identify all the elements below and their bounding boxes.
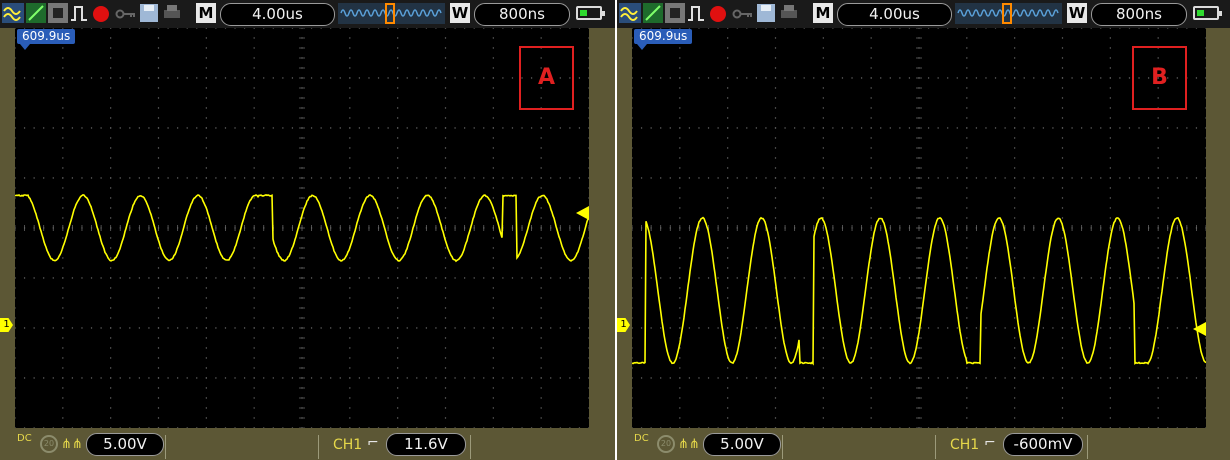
probe-icon: ⋔⋔: [678, 437, 700, 452]
timebase-value[interactable]: 4.00us: [220, 3, 335, 26]
print-icon[interactable]: [162, 3, 182, 23]
divider: [1087, 435, 1088, 459]
ramp-icon[interactable]: [643, 3, 663, 23]
channel-label: CH1: [333, 437, 362, 453]
probe-icon: ⋔⋔: [61, 437, 83, 452]
pulse-icon[interactable]: [70, 3, 88, 23]
battery-icon: [1193, 6, 1219, 20]
trigger-time-badge: 609.9us: [634, 29, 692, 44]
bottom-status-bar: DC 20 ⋔⋔ 5.00V CH1 ⌐ 11.6V: [0, 431, 615, 460]
divider: [782, 435, 783, 459]
scope-screen[interactable]: 609.9us B: [632, 28, 1206, 428]
oscilloscope-a: M 4.00us W 800ns 609.9us A 1 DC 20 ⋔⋔ 5.…: [0, 0, 615, 460]
memory-overview-bar[interactable]: [338, 3, 445, 24]
oscilloscope-b: M 4.00us W 800ns 609.9us B 1 DC 20 ⋔⋔ 5.…: [617, 0, 1230, 460]
ramp-icon[interactable]: [26, 3, 46, 23]
window-timebase-value[interactable]: 800ns: [474, 3, 570, 26]
divider: [470, 435, 471, 459]
coupling-label: DC: [634, 434, 649, 444]
falling-edge-icon: ⌐: [984, 435, 996, 451]
scope-screen[interactable]: 609.9us A: [15, 28, 589, 428]
record-icon[interactable]: [91, 3, 111, 23]
save-disk-icon[interactable]: [139, 3, 159, 23]
panel-label: B: [1132, 46, 1187, 110]
save-disk-icon[interactable]: [756, 3, 776, 23]
display-icon[interactable]: [665, 3, 685, 23]
volts-per-div[interactable]: 5.00V: [703, 433, 781, 456]
status-bar: M 4.00us W 800ns: [617, 0, 1230, 28]
bottom-status-bar: DC 20 ⋔⋔ 5.00V CH1 ⌐ -600mV: [617, 431, 1230, 460]
battery-icon: [576, 6, 602, 20]
trigger-level-value[interactable]: -600mV: [1003, 433, 1083, 456]
bandwidth-limit-icon: 20: [657, 435, 675, 453]
record-icon[interactable]: [708, 3, 728, 23]
panel-label: A: [519, 46, 574, 110]
divider: [935, 435, 936, 459]
main-timebase-mode[interactable]: M: [813, 3, 833, 23]
volts-per-div[interactable]: 5.00V: [86, 433, 164, 456]
channel-label: CH1: [950, 437, 979, 453]
window-mode[interactable]: W: [1067, 3, 1087, 23]
status-bar: M 4.00us W 800ns: [0, 0, 615, 28]
waveform-mode-icon[interactable]: [619, 3, 641, 23]
print-icon[interactable]: [779, 3, 799, 23]
falling-edge-icon: ⌐: [367, 435, 379, 451]
bandwidth-limit-icon: 20: [40, 435, 58, 453]
waveform-mode-icon[interactable]: [2, 3, 24, 23]
window-mode[interactable]: W: [450, 3, 470, 23]
waveform-trace: [632, 218, 1206, 364]
ground-marker[interactable]: 1: [0, 318, 13, 332]
memory-overview-bar[interactable]: [955, 3, 1062, 24]
divider: [165, 435, 166, 459]
trigger-level-value[interactable]: 11.6V: [386, 433, 466, 456]
pulse-icon[interactable]: [687, 3, 705, 23]
timebase-value[interactable]: 4.00us: [837, 3, 952, 26]
ground-marker[interactable]: 1: [617, 318, 630, 332]
key-icon[interactable]: [732, 3, 754, 23]
trigger-time-badge: 609.9us: [17, 29, 75, 44]
key-icon[interactable]: [115, 3, 137, 23]
divider: [318, 435, 319, 459]
coupling-label: DC: [17, 434, 32, 444]
main-timebase-mode[interactable]: M: [196, 3, 216, 23]
display-icon[interactable]: [48, 3, 68, 23]
window-timebase-value[interactable]: 800ns: [1091, 3, 1187, 26]
